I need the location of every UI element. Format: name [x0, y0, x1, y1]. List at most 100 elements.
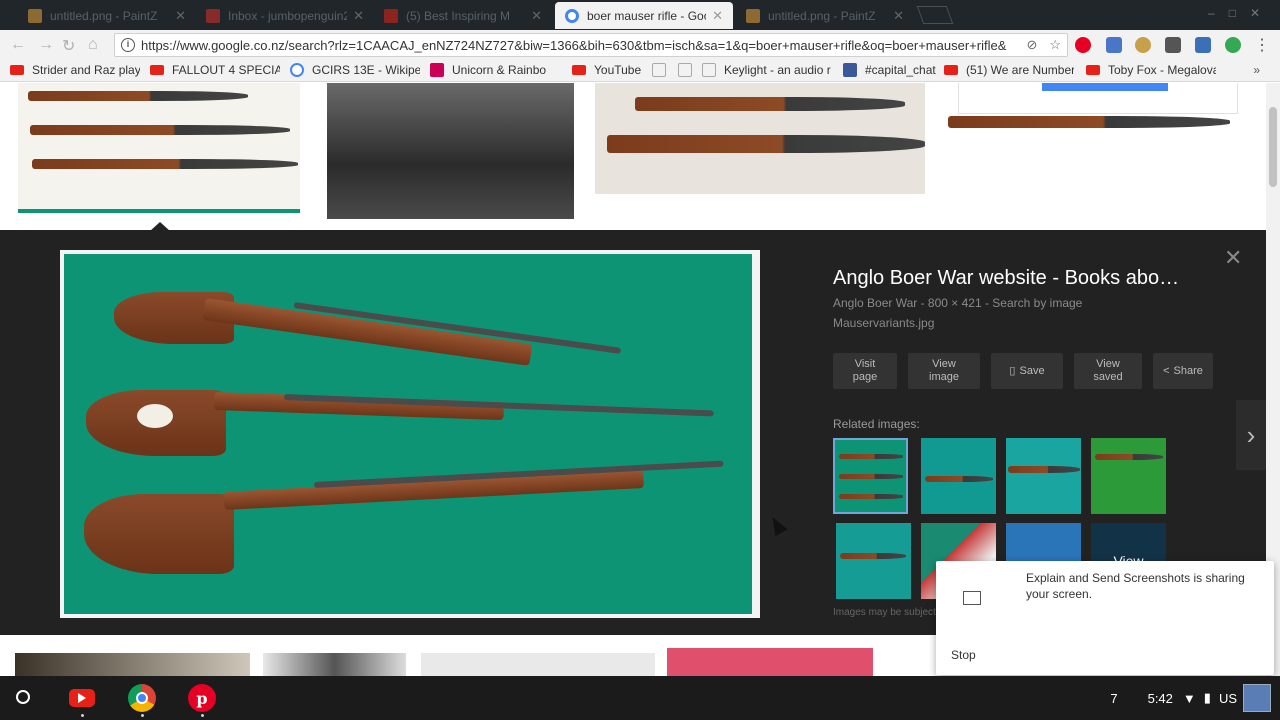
- extension-icon[interactable]: [1165, 37, 1181, 53]
- rifle-image: [839, 494, 903, 499]
- tab-title: untitled.png - PaintZ: [768, 8, 876, 23]
- menu-icon[interactable]: ⋮: [1254, 35, 1270, 55]
- result-thumbnail[interactable]: [18, 83, 300, 213]
- back-icon[interactable]: ←: [10, 36, 26, 54]
- pinterest-extension-icon[interactable]: [1075, 37, 1091, 53]
- rifle-image: [840, 553, 906, 559]
- close-icon[interactable]: ✕: [175, 8, 186, 24]
- rifle-image: [32, 159, 298, 169]
- pinterest-app-icon[interactable]: p: [188, 684, 216, 712]
- close-icon[interactable]: ✕: [353, 8, 364, 24]
- result-card[interactable]: [958, 83, 1238, 114]
- window-controls[interactable]: –□✕: [1208, 6, 1274, 20]
- tab-google-search[interactable]: boer mauser rifle - Goog ✕: [555, 2, 733, 29]
- address-bar[interactable]: i https://www.google.co.nz/search?rlz=1C…: [114, 33, 1068, 57]
- bookmark-item[interactable]: GCIRS 13E - Wikipedi: [290, 63, 420, 77]
- running-indicator: [201, 714, 204, 717]
- bookmark-label: GCIRS 13E - Wikipedi: [312, 63, 420, 77]
- result-thumbnail[interactable]: [667, 648, 873, 676]
- bookmark-icon: ▯: [1009, 364, 1016, 377]
- keyboard-locale[interactable]: US: [1219, 691, 1237, 706]
- result-thumbnail[interactable]: [595, 83, 925, 194]
- chat-icon: [843, 63, 857, 77]
- scrollbar-thumb[interactable]: [1269, 107, 1277, 187]
- clock[interactable]: 5:42: [1148, 691, 1173, 706]
- bookmark-item[interactable]: Strider and Raz play: [10, 63, 140, 77]
- next-image-button[interactable]: ›: [1236, 400, 1266, 470]
- save-button[interactable]: ▯ Save: [991, 353, 1063, 389]
- bookmark-item[interactable]: #capital_chat: [843, 63, 938, 77]
- extension-icon[interactable]: [1135, 37, 1151, 53]
- forward-icon[interactable]: →: [38, 36, 54, 54]
- view-image-button[interactable]: View image: [908, 353, 980, 389]
- share-icon: <: [1163, 364, 1170, 377]
- bookmark-item[interactable]: FALLOUT 4 SPECIAL: [150, 63, 280, 77]
- bookmark-label: Strider and Raz play: [32, 63, 140, 77]
- result-thumbnail[interactable]: [421, 653, 655, 676]
- home-icon[interactable]: ⌂: [88, 36, 98, 54]
- result-thumbnail[interactable]: [263, 653, 406, 676]
- notification-count[interactable]: 7: [1110, 691, 1117, 706]
- running-indicator: [141, 714, 144, 717]
- action-buttons: Visit page View image ▯ Save View saved <…: [833, 353, 1213, 389]
- share-button[interactable]: < Share: [1153, 353, 1213, 389]
- bookmark-label: Keylight - an audio r: [724, 63, 831, 77]
- bookmark-item[interactable]: Keylight - an audio r: [702, 63, 832, 77]
- bookmark-item[interactable]: YouTube: [572, 63, 647, 77]
- related-image[interactable]: [836, 523, 911, 599]
- visit-page-button[interactable]: Visit page: [833, 353, 897, 389]
- tab-paintz-1[interactable]: untitled.png - PaintZ ✕: [18, 2, 196, 29]
- preview-image-mauser-rifles[interactable]: [60, 250, 760, 618]
- new-tab-button[interactable]: [916, 6, 954, 24]
- extension-icon[interactable]: [1195, 37, 1211, 53]
- result-thumbnail-boer-soldiers[interactable]: [327, 83, 574, 219]
- related-image[interactable]: [1091, 438, 1166, 514]
- youtube-app-icon[interactable]: [68, 684, 96, 712]
- button-label: View image: [929, 358, 959, 383]
- close-icon[interactable]: ✕: [531, 8, 542, 24]
- translate-icon[interactable]: ⊘: [1026, 37, 1037, 53]
- tab-inbox[interactable]: Inbox - jumbopenguin2 ✕: [196, 2, 374, 29]
- reload-icon[interactable]: ↻: [62, 36, 75, 56]
- unicorn-icon: [430, 63, 444, 77]
- bookmark-item[interactable]: Toby Fox - Megalova: [1086, 63, 1216, 77]
- tab-paintz-2[interactable]: untitled.png - PaintZ ✕: [736, 2, 914, 29]
- info-icon[interactable]: i: [121, 38, 135, 52]
- bookmark-item[interactable]: [678, 63, 698, 77]
- chrome-app-icon[interactable]: [128, 684, 156, 712]
- stop-sharing-button[interactable]: Stop: [951, 648, 976, 662]
- extension-icon[interactable]: [1225, 37, 1241, 53]
- image-meta[interactable]: Anglo Boer War - 800 × 421 - Search by i…: [833, 296, 1213, 310]
- related-image[interactable]: [1006, 438, 1081, 514]
- tab-youtube[interactable]: (5) Best Inspiring M ✕: [374, 2, 552, 29]
- google-icon: [290, 63, 304, 77]
- bookmarks-overflow-button[interactable]: »: [1253, 63, 1260, 77]
- button-label: Share: [1173, 364, 1203, 377]
- bookmark-item[interactable]: (51) We are Number: [944, 63, 1074, 77]
- bookmark-label: Unicorn & Rainbo: [452, 63, 547, 77]
- youtube-icon: [1086, 65, 1100, 75]
- url-text[interactable]: https://www.google.co.nz/search?rlz=1CAA…: [141, 38, 1020, 53]
- extension-icon[interactable]: [1106, 37, 1122, 53]
- close-icon[interactable]: ✕: [893, 8, 904, 24]
- star-icon[interactable]: ☆: [1049, 37, 1061, 53]
- close-icon[interactable]: ✕: [1224, 245, 1242, 271]
- bookmark-label: (51) We are Number: [966, 63, 1074, 77]
- page-icon: [652, 63, 666, 77]
- avatar[interactable]: [1243, 684, 1271, 712]
- view-saved-button[interactable]: View saved: [1074, 353, 1142, 389]
- rifle-image: [925, 476, 993, 482]
- related-image[interactable]: [833, 438, 908, 514]
- close-icon[interactable]: ✕: [712, 8, 723, 24]
- bookmark-item[interactable]: Unicorn & Rainbo: [430, 63, 560, 77]
- tab-title: untitled.png - PaintZ: [50, 8, 158, 23]
- status-tray[interactable]: 7 5:42 ▼ ▮ US: [1110, 676, 1280, 720]
- bookmark-item[interactable]: [652, 63, 672, 77]
- result-thumbnail[interactable]: [15, 653, 250, 676]
- launcher-icon[interactable]: [16, 690, 30, 704]
- related-image[interactable]: [921, 438, 996, 514]
- running-indicator: [81, 714, 84, 717]
- image-title-link[interactable]: Anglo Boer War website - Books abo…: [833, 267, 1213, 290]
- rifle-image[interactable]: [948, 116, 1230, 128]
- wifi-icon: ▼: [1182, 690, 1196, 706]
